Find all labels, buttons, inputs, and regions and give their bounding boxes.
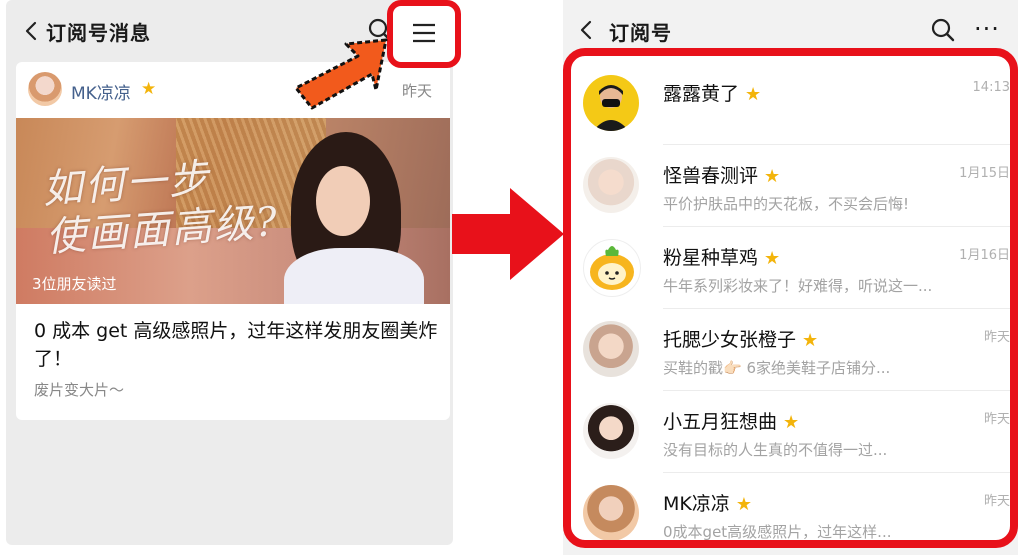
account-name-text: 托腮少女张橙子 xyxy=(663,329,797,351)
readers-count: 3位朋友读过 xyxy=(32,275,117,293)
star-icon: ★ xyxy=(764,166,781,187)
account-name-text: 露露黄了 xyxy=(663,83,740,105)
last-message: 0成本get高级感照片，过年这样... xyxy=(663,523,892,541)
menu-button-highlight[interactable] xyxy=(387,0,461,68)
back-arrow-icon[interactable] xyxy=(575,17,601,43)
avatar[interactable] xyxy=(28,72,62,106)
last-message: 平价护肤品中的天花板，不买会后悔! xyxy=(663,195,910,213)
message-time: 昨天 xyxy=(983,494,1010,509)
account-name: 粉星种草鸡 ★ xyxy=(663,243,780,270)
avatar[interactable] xyxy=(583,157,639,213)
account-name-text: 小五月狂想曲 xyxy=(663,411,778,433)
more-icon[interactable]: ··· xyxy=(974,17,1000,41)
subscription-list: 露露黄了 ★ 14:13 怪兽春测评 ★ 平价护肤品中的天花板，不买会后悔! 1月1… xyxy=(563,48,1018,548)
message-time: 14:13 xyxy=(972,80,1010,95)
pointer-arrow-icon xyxy=(294,38,388,110)
account-name-text: MK凉凉 xyxy=(663,493,730,515)
cover-title: 如何一步 使画面高级? xyxy=(41,150,281,262)
star-icon: ★ xyxy=(141,79,157,99)
account-name: 怪兽春测评 ★ xyxy=(663,161,780,188)
list-item[interactable]: 托腮少女张橙子 ★ 买鞋的戳👉🏻 6家绝美鞋子店铺分... 昨天 xyxy=(571,309,1010,391)
star-icon: ★ xyxy=(764,248,781,269)
list-item[interactable]: 露露黄了 ★ 14:13 xyxy=(571,63,1010,145)
account-name-text: 怪兽春测评 xyxy=(663,165,759,187)
star-icon: ★ xyxy=(802,330,819,351)
account-name: 露露黄了 ★ xyxy=(663,79,761,106)
avatar-person-icon xyxy=(593,85,629,131)
star-icon: ★ xyxy=(745,84,762,105)
message-time: 1月16日 xyxy=(959,248,1010,263)
message-time: 昨天 xyxy=(983,330,1010,345)
list-item[interactable]: 粉星种草鸡 ★ 牛年系列彩妆来了！好难得，听说这一... 1月16日 xyxy=(571,227,1010,309)
big-right-arrow-icon xyxy=(452,188,564,280)
last-message: 买鞋的戳👉🏻 6家绝美鞋子店铺分... xyxy=(663,359,891,377)
star-icon: ★ xyxy=(783,412,800,433)
search-icon[interactable] xyxy=(929,16,957,44)
avatar[interactable] xyxy=(583,321,639,377)
cover-person-dress xyxy=(284,248,424,304)
message-time: 昨天 xyxy=(983,412,1010,427)
avatar[interactable] xyxy=(583,485,639,540)
avatar[interactable] xyxy=(583,75,639,131)
account-name: MK凉凉 ★ xyxy=(663,489,752,516)
cover-person-face xyxy=(316,166,370,236)
page-title: 订阅号消息 xyxy=(46,21,151,45)
account-name: 托腮少女张橙子 ★ xyxy=(663,325,818,352)
avatar[interactable] xyxy=(583,239,641,297)
article-headline[interactable]: 0 成本 get 高级感照片，过年这样发朋友圈美炸了！ xyxy=(34,317,438,373)
account-name: 小五月狂想曲 ★ xyxy=(663,407,799,434)
account-name-text: 粉星种草鸡 xyxy=(663,247,759,269)
list-item[interactable]: MK凉凉 ★ 0成本get高级感照片，过年这样... 昨天 xyxy=(571,473,1010,541)
last-message: 牛年系列彩妆来了！好难得，听说这一... xyxy=(663,277,933,295)
article-description: 废片变大片～ xyxy=(34,381,125,399)
left-screen: 订阅号消息 MK凉凉 ★ 昨天 如何一步 使画面高级? 3位朋友读过 0 成本 … xyxy=(6,0,461,545)
avatar-mascot-icon xyxy=(590,246,634,290)
menu-icon[interactable] xyxy=(411,20,437,46)
account-name[interactable]: MK凉凉 xyxy=(71,79,131,104)
back-arrow-icon[interactable] xyxy=(20,18,46,44)
list-item[interactable]: 小五月狂想曲 ★ 没有目标的人生真的不值得一过... 昨天 xyxy=(571,391,1010,473)
list-item[interactable]: 怪兽春测评 ★ 平价护肤品中的天花板，不买会后悔! 1月15日 xyxy=(571,145,1010,227)
message-time: 1月15日 xyxy=(959,166,1010,181)
last-message: 没有目标的人生真的不值得一过... xyxy=(663,441,888,459)
right-screen: 订阅号 ··· 露露黄了 ★ 14:13 怪兽春测评 ★ 平价护肤品中的天花板，… xyxy=(563,0,1018,555)
avatar[interactable] xyxy=(583,403,639,459)
page-title: 订阅号 xyxy=(609,21,672,45)
cover-image[interactable]: 如何一步 使画面高级? 3位朋友读过 xyxy=(16,118,450,304)
card-time: 昨天 xyxy=(401,82,432,100)
star-icon: ★ xyxy=(735,494,752,515)
